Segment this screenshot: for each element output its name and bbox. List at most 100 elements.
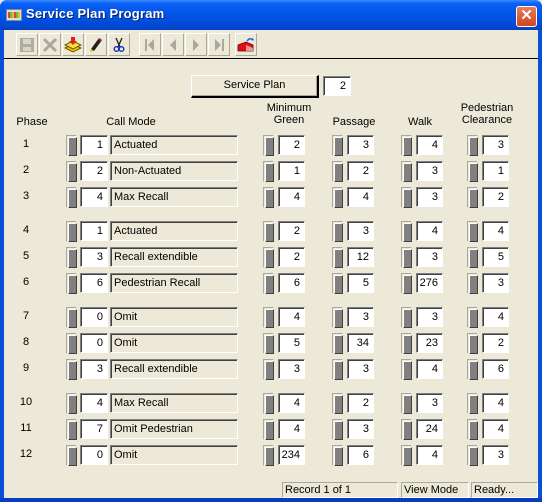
ped-clearance-slider[interactable] xyxy=(467,333,478,354)
ped-clearance-field[interactable]: 1 xyxy=(482,161,509,181)
call-mode-slider[interactable] xyxy=(66,445,77,466)
ped-clearance-field[interactable]: 4 xyxy=(482,221,509,241)
passage-slider[interactable] xyxy=(332,135,343,156)
cut-button[interactable] xyxy=(108,33,130,56)
ped-clearance-field[interactable]: 3 xyxy=(482,273,509,293)
ped-clearance-slider[interactable] xyxy=(467,247,478,268)
passage-slider[interactable] xyxy=(332,359,343,380)
walk-slider[interactable] xyxy=(401,419,412,440)
walk-slider[interactable] xyxy=(401,161,412,182)
call-mode-slider[interactable] xyxy=(66,307,77,328)
min-green-slider[interactable] xyxy=(263,161,274,182)
walk-field[interactable]: 276 xyxy=(416,273,443,293)
passage-slider[interactable] xyxy=(332,273,343,294)
walk-field[interactable]: 3 xyxy=(416,307,443,327)
call-mode-slider[interactable] xyxy=(66,135,77,156)
call-mode-code-field[interactable]: 1 xyxy=(80,135,108,155)
min-green-slider[interactable] xyxy=(263,221,274,242)
call-mode-code-field[interactable]: 1 xyxy=(80,221,108,241)
close-button[interactable]: ✕ xyxy=(516,6,537,27)
passage-field[interactable]: 5 xyxy=(347,273,374,293)
min-green-field[interactable]: 2 xyxy=(278,247,305,267)
download-button[interactable] xyxy=(62,33,84,56)
call-mode-slider[interactable] xyxy=(66,273,77,294)
ped-clearance-field[interactable]: 2 xyxy=(482,187,509,207)
min-green-field[interactable]: 3 xyxy=(278,359,305,379)
ped-clearance-slider[interactable] xyxy=(467,445,478,466)
title-bar[interactable]: Service Plan Program ✕ xyxy=(0,0,542,30)
call-mode-code-field[interactable]: 2 xyxy=(80,161,108,181)
passage-field[interactable]: 3 xyxy=(347,419,374,439)
last-record-button[interactable] xyxy=(208,33,230,56)
passage-slider[interactable] xyxy=(332,333,343,354)
call-mode-code-field[interactable]: 6 xyxy=(80,273,108,293)
min-green-field[interactable]: 6 xyxy=(278,273,305,293)
ped-clearance-field[interactable]: 2 xyxy=(482,333,509,353)
min-green-field[interactable]: 1 xyxy=(278,161,305,181)
min-green-slider[interactable] xyxy=(263,359,274,380)
passage-field[interactable]: 6 xyxy=(347,445,374,465)
min-green-field[interactable]: 4 xyxy=(278,307,305,327)
call-mode-code-field[interactable]: 3 xyxy=(80,247,108,267)
min-green-slider[interactable] xyxy=(263,247,274,268)
call-mode-slider[interactable] xyxy=(66,187,77,208)
min-green-slider[interactable] xyxy=(263,187,274,208)
ped-clearance-slider[interactable] xyxy=(467,161,478,182)
ped-clearance-slider[interactable] xyxy=(467,135,478,156)
min-green-slider[interactable] xyxy=(263,273,274,294)
passage-slider[interactable] xyxy=(332,393,343,414)
min-green-field[interactable]: 2 xyxy=(278,135,305,155)
passage-slider[interactable] xyxy=(332,161,343,182)
walk-field[interactable]: 3 xyxy=(416,187,443,207)
min-green-slider[interactable] xyxy=(263,419,274,440)
ped-clearance-slider[interactable] xyxy=(467,359,478,380)
ped-clearance-field[interactable]: 3 xyxy=(482,445,509,465)
call-mode-slider[interactable] xyxy=(66,333,77,354)
min-green-slider[interactable] xyxy=(263,333,274,354)
passage-slider[interactable] xyxy=(332,187,343,208)
walk-slider[interactable] xyxy=(401,135,412,156)
min-green-slider[interactable] xyxy=(263,135,274,156)
passage-slider[interactable] xyxy=(332,307,343,328)
ped-clearance-field[interactable]: 3 xyxy=(482,135,509,155)
first-record-button[interactable] xyxy=(139,33,161,56)
call-mode-slider[interactable] xyxy=(66,161,77,182)
min-green-field[interactable]: 234 xyxy=(278,445,305,465)
walk-slider[interactable] xyxy=(401,187,412,208)
walk-slider[interactable] xyxy=(401,359,412,380)
min-green-field[interactable]: 2 xyxy=(278,221,305,241)
passage-field[interactable]: 2 xyxy=(347,161,374,181)
delete-button[interactable] xyxy=(39,33,61,56)
min-green-field[interactable]: 4 xyxy=(278,393,305,413)
walk-slider[interactable] xyxy=(401,393,412,414)
ped-clearance-slider[interactable] xyxy=(467,221,478,242)
passage-field[interactable]: 2 xyxy=(347,393,374,413)
min-green-field[interactable]: 4 xyxy=(278,187,305,207)
call-mode-code-field[interactable]: 0 xyxy=(80,333,108,353)
passage-field[interactable]: 3 xyxy=(347,135,374,155)
passage-slider[interactable] xyxy=(332,445,343,466)
walk-field[interactable]: 4 xyxy=(416,135,443,155)
walk-field[interactable]: 4 xyxy=(416,221,443,241)
exit-button[interactable] xyxy=(235,33,257,56)
save-button[interactable] xyxy=(16,33,38,56)
min-green-slider[interactable] xyxy=(263,393,274,414)
passage-field[interactable]: 4 xyxy=(347,187,374,207)
passage-field[interactable]: 12 xyxy=(347,247,374,267)
passage-slider[interactable] xyxy=(332,247,343,268)
previous-record-button[interactable] xyxy=(162,33,184,56)
ped-clearance-slider[interactable] xyxy=(467,307,478,328)
call-mode-code-field[interactable]: 0 xyxy=(80,307,108,327)
call-mode-code-field[interactable]: 4 xyxy=(80,393,108,413)
walk-field[interactable]: 4 xyxy=(416,359,443,379)
passage-field[interactable]: 34 xyxy=(347,333,374,353)
walk-field[interactable]: 4 xyxy=(416,445,443,465)
walk-field[interactable]: 3 xyxy=(416,247,443,267)
call-mode-code-field[interactable]: 3 xyxy=(80,359,108,379)
walk-field[interactable]: 3 xyxy=(416,161,443,181)
passage-slider[interactable] xyxy=(332,221,343,242)
call-mode-slider[interactable] xyxy=(66,359,77,380)
call-mode-slider[interactable] xyxy=(66,393,77,414)
passage-field[interactable]: 3 xyxy=(347,359,374,379)
call-mode-slider[interactable] xyxy=(66,221,77,242)
